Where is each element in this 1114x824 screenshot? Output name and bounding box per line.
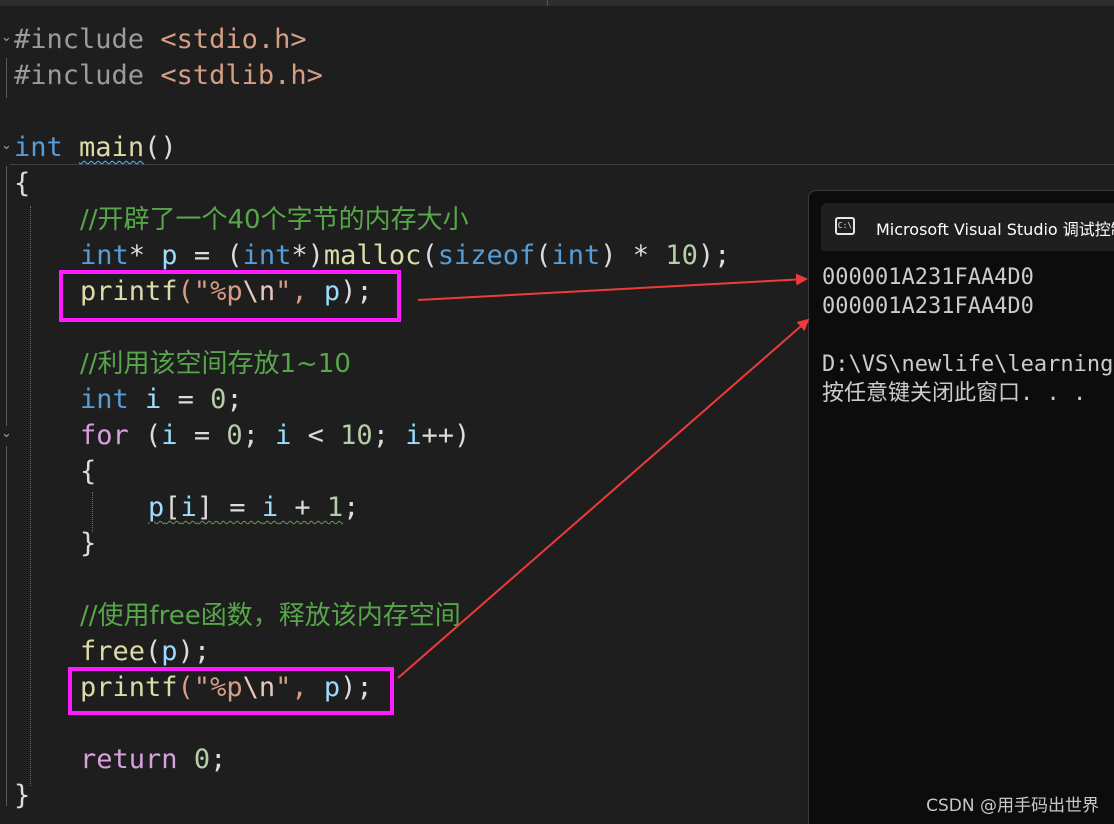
arrow-second-printf-to-output <box>397 318 810 679</box>
arrow-first-printf-to-output <box>417 273 808 301</box>
annotation-arrows <box>397 273 810 679</box>
